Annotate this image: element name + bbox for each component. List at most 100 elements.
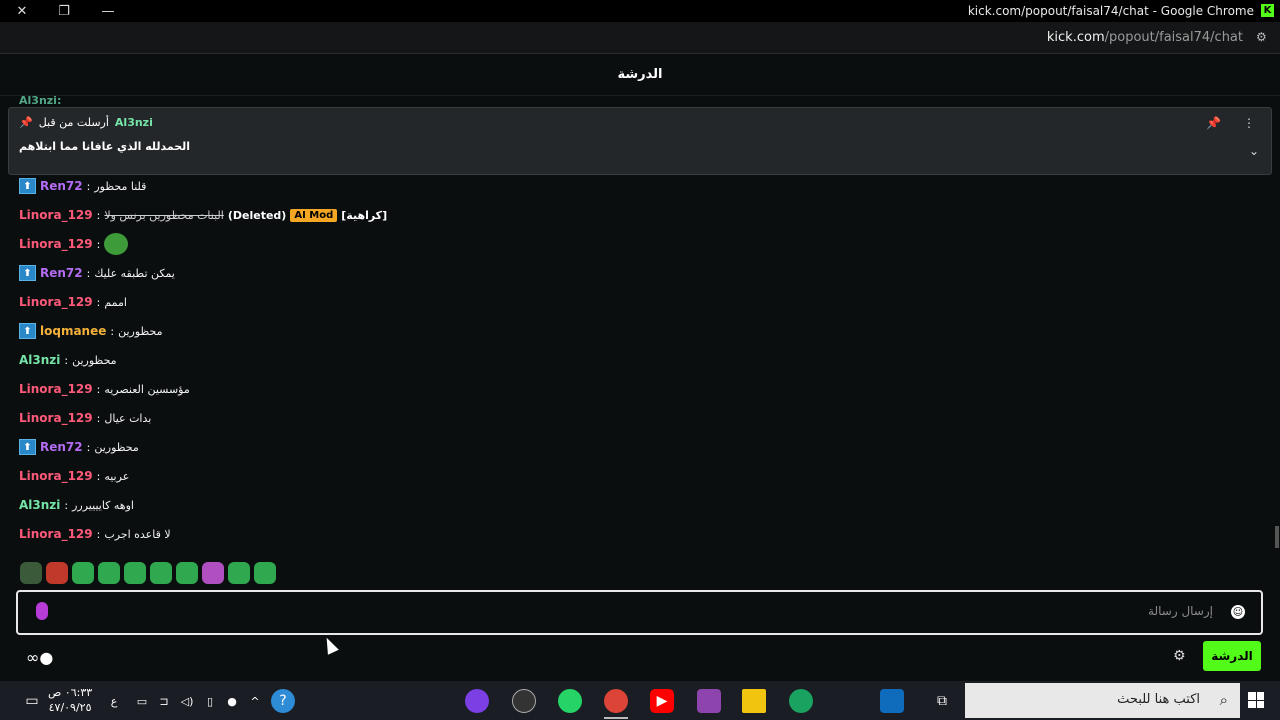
emote-icon[interactable] xyxy=(254,562,276,584)
chat-username[interactable]: Ren72 xyxy=(40,266,83,280)
emote-icon[interactable] xyxy=(20,562,42,584)
settings-gear-icon[interactable]: ⚙ xyxy=(1173,648,1186,664)
chat-username[interactable]: Al3nzi xyxy=(19,498,60,512)
office-icon[interactable] xyxy=(697,689,721,713)
chat-message[interactable]: Linora_129: لا قاعده اجرب xyxy=(19,523,171,545)
chat-message[interactable]: Linora_129: البنات محظورين برنس ولا (Delet… xyxy=(19,204,387,226)
minimize-icon[interactable]: — xyxy=(86,0,130,22)
chat-username[interactable]: Al3nzi xyxy=(19,353,60,367)
windows-start-icon[interactable] xyxy=(1248,692,1264,708)
file-explorer-icon[interactable] xyxy=(742,689,766,713)
chat-username[interactable]: Linora_129 xyxy=(19,411,93,425)
emote-icon[interactable] xyxy=(150,562,172,584)
display-icon[interactable]: ▭ xyxy=(130,689,154,713)
chat-message[interactable]: Linora_129: عربيه xyxy=(19,465,129,487)
chat-username[interactable]: Linora_129 xyxy=(19,237,93,251)
chat-message[interactable]: ⬆ loqmanee: محظورين xyxy=(19,320,163,342)
more-options-icon[interactable]: ⋮ xyxy=(1243,116,1255,130)
whatsapp-icon[interactable] xyxy=(558,689,582,713)
username-separator: : xyxy=(96,411,101,425)
address-bar[interactable]: kick.com/popout/faisal74/chat ⚙ xyxy=(0,22,1280,54)
chat-username[interactable]: Ren72 xyxy=(40,179,83,193)
emoji-picker-icon[interactable]: ☺ xyxy=(1231,605,1245,619)
task-view-icon[interactable]: ⧉ xyxy=(930,689,954,713)
microphone-icon[interactable]: ● xyxy=(220,689,244,713)
pinned-user[interactable]: Al3nzi xyxy=(115,116,153,129)
app-icon[interactable] xyxy=(465,689,489,713)
chat-username[interactable]: Linora_129 xyxy=(19,527,93,541)
partial-message: Al3nzi: xyxy=(19,94,62,107)
username-separator: : xyxy=(86,440,91,454)
chat-message[interactable]: Linora_129: اممم xyxy=(19,291,127,313)
search-placeholder: اكتب هنا للبحث xyxy=(1117,692,1200,707)
battery-icon[interactable]: ▯ xyxy=(198,689,222,713)
chat-text: محظورين xyxy=(72,353,117,367)
chat-message[interactable]: ⬆ Ren72: قلنا محظور xyxy=(19,175,146,197)
emote-icon[interactable] xyxy=(176,562,198,584)
infinity-icon[interactable]: ∞● xyxy=(26,648,53,667)
chat-text: مؤسسين العنصريه xyxy=(104,382,190,396)
emote-icon[interactable] xyxy=(228,562,250,584)
notification-icon[interactable]: ▭ xyxy=(20,689,44,713)
emote-icon[interactable] xyxy=(124,562,146,584)
chevron-up-icon[interactable]: ^ xyxy=(243,689,267,713)
chat-text: اوهه كاييييررر xyxy=(72,498,134,512)
username-separator: : xyxy=(96,295,101,309)
close-icon[interactable]: ✕ xyxy=(0,0,44,22)
window-titlebar: ✕ ❐ — kick.com/popout/faisal74/chat - Go… xyxy=(0,0,1280,22)
chat-message[interactable]: ⬆ Ren72: يمكن تطبقه عليك xyxy=(19,262,175,284)
edge-icon[interactable] xyxy=(789,689,813,713)
url-text[interactable]: kick.com/popout/faisal74/chat xyxy=(1047,30,1243,45)
chat-text: لا قاعده اجرب xyxy=(104,527,171,541)
emote-icon[interactable] xyxy=(98,562,120,584)
chat-message[interactable]: Linora_129: xyxy=(19,233,129,255)
window-title: kick.com/popout/faisal74/chat - Google C… xyxy=(967,4,1254,18)
message-input[interactable]: إرسال رسالة ☺ xyxy=(16,590,1263,635)
username-separator: : xyxy=(86,266,91,280)
username-separator: : xyxy=(96,527,101,541)
network-icon[interactable]: ⊐ xyxy=(152,689,176,713)
chat-username[interactable]: Linora_129 xyxy=(19,208,93,222)
outlook-icon[interactable] xyxy=(880,689,904,713)
chevron-down-icon[interactable]: ⌄ xyxy=(1249,144,1259,158)
volume-icon[interactable]: ◁) xyxy=(175,689,199,713)
windows-taskbar: ▭ ٠٦:٣٣ ص ٤٧/٠٩/٢٥ ع ▭ ⊐ ◁) ▯ ● ^ ? ▶ ⧉ … xyxy=(0,681,1280,720)
chat-text: اممم xyxy=(104,295,127,309)
chat-text: قلنا محظور xyxy=(94,179,147,193)
obs-icon[interactable] xyxy=(512,689,536,713)
chat-title: الدرشة xyxy=(617,67,663,82)
chat-username[interactable]: loqmanee xyxy=(40,324,106,338)
chat-username[interactable]: Linora_129 xyxy=(19,382,93,396)
mic-icon[interactable] xyxy=(36,602,48,620)
pin-icon: 📌 xyxy=(19,116,33,129)
url-path: /popout/faisal74/chat xyxy=(1104,30,1243,45)
chat-message[interactable]: Al3nzi: محظورين xyxy=(19,349,117,371)
help-icon[interactable]: ? xyxy=(271,689,295,713)
chat-message[interactable]: Linora_129: مؤسسين العنصريه xyxy=(19,378,190,400)
subscriber-badge-icon: ⬆ xyxy=(19,439,36,455)
pinned-message[interactable]: 📌 أرسلت من قبل Al3nzi الحمدلله الذي عافا… xyxy=(8,107,1272,175)
chat-message[interactable]: Al3nzi: اوهه كاييييررر xyxy=(19,494,134,516)
language-indicator[interactable]: ع xyxy=(102,689,126,713)
send-chat-button[interactable]: الدرشة xyxy=(1203,641,1261,671)
emote-icon[interactable] xyxy=(72,562,94,584)
emote-icon[interactable] xyxy=(46,562,68,584)
chat-header: الدرشة xyxy=(0,54,1280,96)
chat-message[interactable]: ⬆ Ren72: محظورين xyxy=(19,436,139,458)
chat-username[interactable]: Linora_129 xyxy=(19,469,93,483)
scrollbar-thumb[interactable] xyxy=(1275,526,1279,548)
mouse-cursor xyxy=(321,635,339,655)
site-settings-icon[interactable]: ⚙ xyxy=(1256,30,1272,46)
clock[interactable]: ٠٦:٣٣ ص ٤٧/٠٩/٢٥ xyxy=(48,685,92,715)
chrome-icon[interactable] xyxy=(604,689,628,713)
chat-username[interactable]: Ren72 xyxy=(40,440,83,454)
youtube-icon[interactable]: ▶ xyxy=(650,689,674,713)
chat-username[interactable]: Linora_129 xyxy=(19,295,93,309)
input-placeholder: إرسال رسالة xyxy=(1148,604,1213,618)
username-separator: : xyxy=(96,469,101,483)
chat-message[interactable]: Linora_129: بدات عيال xyxy=(19,407,151,429)
unpin-icon[interactable]: 📌 xyxy=(1206,116,1221,130)
emote-icon[interactable] xyxy=(202,562,224,584)
taskbar-search[interactable]: اكتب هنا للبحث ⌕ xyxy=(965,683,1240,718)
restore-icon[interactable]: ❐ xyxy=(42,0,86,22)
